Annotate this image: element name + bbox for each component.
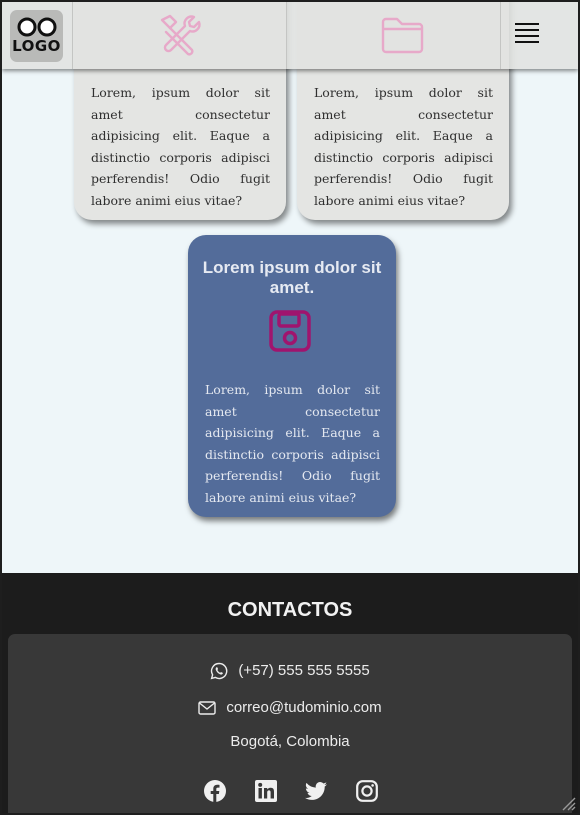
instagram-icon[interactable]: [356, 780, 378, 802]
whatsapp-icon: [210, 662, 228, 680]
nav-divider: [500, 2, 501, 69]
contact-city: Bogotá, Colombia: [8, 733, 572, 750]
service-card-3: Lorem ipsum dolor sit amet. Lorem, ipsum…: [188, 235, 396, 517]
linkedin-icon[interactable]: [255, 780, 277, 802]
page: Lorem, ipsum dolor sit amet consectetur …: [2, 2, 578, 813]
card-title: Lorem ipsum dolor sit amet.: [202, 258, 382, 297]
top-navbar: LOGO: [2, 2, 578, 69]
phone-number: (+57) 555 555 5555: [238, 662, 370, 679]
hamburger-menu-icon[interactable]: [515, 23, 539, 45]
nav-divider: [72, 2, 73, 69]
folder-icon[interactable]: [378, 12, 428, 56]
logo-eyes-icon: [17, 17, 57, 37]
card-text: Lorem, ipsum dolor sit amet consectetur …: [205, 382, 380, 505]
facebook-icon[interactable]: [204, 780, 226, 802]
nav-divider: [286, 2, 287, 69]
twitter-icon[interactable]: [305, 780, 327, 802]
floppy-disk-icon: [269, 310, 311, 352]
contact-box: (+57) 555 555 5555 correo@tudominio.com …: [8, 634, 572, 813]
footer: CONTACTOS (+57) 555 555 5555 correo@tudo…: [2, 573, 578, 813]
logo-text: LOGO: [12, 37, 61, 55]
logo[interactable]: LOGO: [10, 10, 63, 62]
envelope-icon: [198, 701, 217, 715]
contact-email[interactable]: correo@tudominio.com: [8, 699, 572, 716]
city-text: Bogotá, Colombia: [230, 733, 350, 750]
email-address: correo@tudominio.com: [226, 699, 382, 716]
hammer-wrench-icon[interactable]: [154, 12, 204, 56]
card-text: Lorem, ipsum dolor sit amet consectetur …: [91, 85, 270, 208]
contact-phone[interactable]: (+57) 555 555 5555: [8, 662, 572, 680]
resize-grip-icon[interactable]: [560, 795, 576, 811]
footer-title: CONTACTOS: [227, 599, 353, 621]
card-text: Lorem, ipsum dolor sit amet consectetur …: [314, 85, 493, 208]
